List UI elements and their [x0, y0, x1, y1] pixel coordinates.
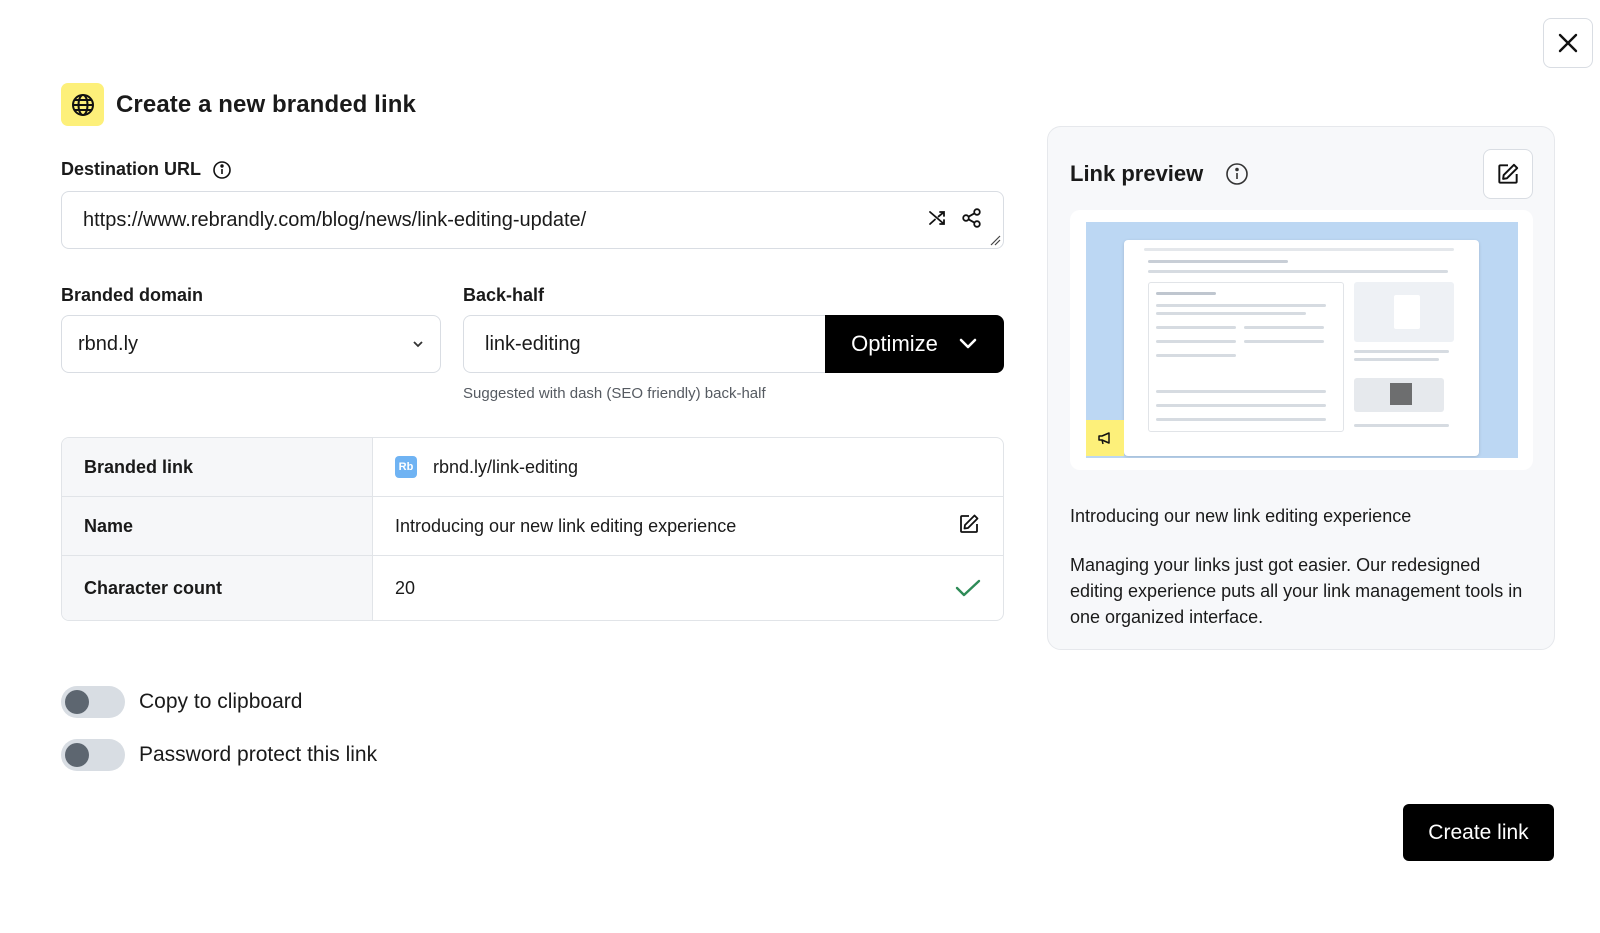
copy-clipboard-setting: Copy to clipboard — [61, 686, 302, 718]
page-title: Create a new branded link — [116, 90, 416, 118]
toggle-knob — [65, 690, 89, 714]
link-summary-table: Branded link Rb rbnd.ly/link-editing Nam… — [61, 437, 1004, 621]
character-count-value: 20 — [395, 577, 416, 598]
branded-domain-select[interactable]: rbnd.ly — [61, 315, 441, 373]
preview-screenshot — [1124, 240, 1479, 456]
edit-icon — [1498, 163, 1519, 184]
copy-clipboard-label: Copy to clipboard — [139, 690, 303, 713]
password-protect-label: Password protect this link — [139, 743, 378, 766]
branded-link-label: Branded link — [62, 438, 373, 496]
table-row: Character count 20 — [62, 556, 1003, 620]
close-icon — [1558, 33, 1578, 53]
info-icon[interactable] — [212, 160, 232, 180]
name-cell: Introducing our new link editing experie… — [373, 497, 1003, 555]
name-value: Introducing our new link editing experie… — [395, 515, 737, 536]
character-count-label: Character count — [62, 556, 373, 620]
close-button[interactable] — [1543, 18, 1593, 68]
backhalf-label: Back-half — [463, 285, 545, 305]
name-label: Name — [62, 497, 373, 555]
rebrandly-logo-icon: Rb — [395, 456, 417, 478]
edit-icon[interactable] — [957, 512, 981, 541]
password-protect-setting: Password protect this link — [61, 739, 377, 771]
optimize-button[interactable]: Optimize — [825, 315, 1004, 373]
table-row: Branded link Rb rbnd.ly/link-editing — [62, 438, 1003, 497]
backhalf-input[interactable]: link-editing — [463, 315, 826, 373]
destination-url-input[interactable]: https://www.rebrandly.com/blog/news/link… — [61, 191, 1004, 249]
destination-label: Destination URL — [61, 159, 232, 180]
resize-handle-icon[interactable] — [989, 234, 1001, 246]
copy-clipboard-toggle[interactable] — [61, 686, 125, 718]
check-icon — [955, 579, 981, 597]
link-preview-title: Link preview — [1070, 161, 1249, 187]
globe-icon — [61, 83, 104, 126]
info-icon[interactable] — [1225, 162, 1249, 186]
backhalf-hint: Suggested with dash (SEO friendly) back-… — [463, 385, 766, 402]
preview-link-name: Introducing our new link editing experie… — [1070, 506, 1412, 526]
preview-thumbnail — [1070, 210, 1533, 470]
link-preview-card: Link preview Introducing our new link ed… — [1047, 126, 1555, 650]
preview-image — [1086, 222, 1518, 458]
optimize-label: Optimize — [851, 331, 938, 356]
create-link-button[interactable]: Create link — [1403, 804, 1554, 861]
password-protect-toggle[interactable] — [61, 739, 125, 771]
branded-domain-label: Branded domain — [61, 285, 204, 305]
preview-edit-button[interactable] — [1483, 149, 1533, 199]
megaphone-icon — [1086, 420, 1124, 456]
shuffle-icon[interactable] — [927, 208, 947, 233]
branded-domain-value: rbnd.ly — [78, 332, 139, 355]
destination-url-value: https://www.rebrandly.com/blog/news/link… — [83, 208, 587, 231]
preview-link-description: Managing your links just got easier. Our… — [1070, 555, 1523, 627]
share-icon[interactable] — [961, 207, 983, 234]
backhalf-value: link-editing — [485, 332, 581, 355]
branded-link-cell: Rb rbnd.ly/link-editing — [373, 438, 1003, 496]
table-row: Name Introducing our new link editing ex… — [62, 497, 1003, 556]
character-count-cell: 20 — [373, 556, 1003, 620]
toggle-knob — [65, 743, 89, 767]
chevron-down-icon — [413, 341, 423, 348]
dialog-header: Create a new branded link — [61, 83, 416, 126]
chevron-down-icon — [959, 338, 977, 349]
branded-link-value: rbnd.ly/link-editing — [433, 456, 579, 477]
